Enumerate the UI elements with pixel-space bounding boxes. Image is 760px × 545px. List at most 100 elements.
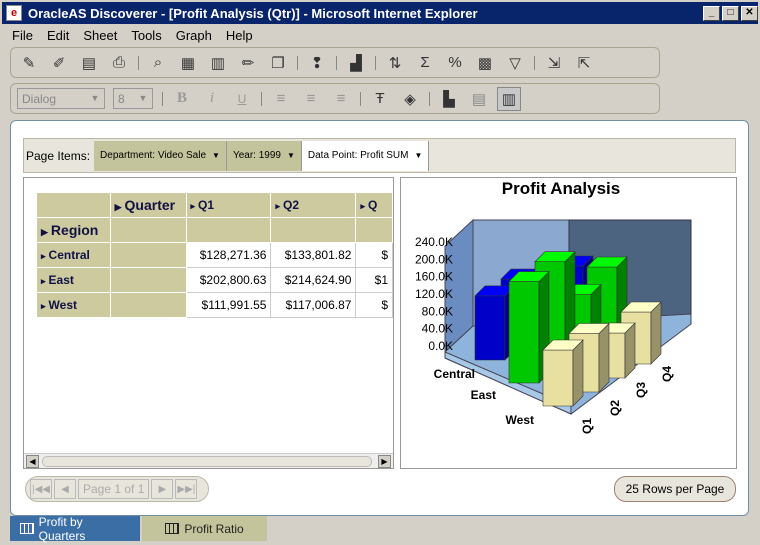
category-label: Q2 [608, 400, 622, 416]
close-button[interactable]: ✕ [741, 5, 758, 21]
chevron-down-icon: ▼ [90, 93, 100, 103]
table-row: ▸ Central $128,271.36 $133,801.82 $ [36, 242, 393, 268]
horizontal-scrollbar[interactable]: ◀ ▶ [24, 453, 393, 468]
table-cell[interactable]: $214,624.90 [270, 267, 357, 293]
table-cell[interactable]: $128,271.36 [185, 242, 272, 268]
fill-color-icon[interactable]: ◈ [398, 87, 422, 111]
table-cell[interactable]: $133,801.82 [270, 242, 357, 268]
sheet-icon [165, 523, 180, 534]
menu-sheet[interactable]: Sheet [83, 28, 117, 43]
table-cell[interactable]: $ [355, 242, 393, 268]
table-cell[interactable]: $111,991.55 [185, 292, 272, 318]
new-workbook-icon[interactable]: ✎ [17, 51, 41, 75]
last-page-button[interactable]: ▶▶| [175, 479, 198, 499]
percent-icon[interactable]: % [443, 51, 467, 75]
calculator-icon[interactable]: ▩ [473, 51, 497, 75]
tab-profit-ratio[interactable]: Profit Ratio [142, 516, 267, 541]
text-format-icon[interactable]: Ŧ [368, 87, 392, 111]
bold-button[interactable]: B [170, 87, 194, 111]
prev-page-button[interactable]: ◀ [54, 479, 76, 499]
menu-file[interactable]: File [12, 28, 33, 43]
menu-bar: File Edit Sheet Tools Graph Help [0, 24, 760, 46]
table-cell[interactable]: $202,800.63 [185, 267, 272, 293]
category-label: Q3 [634, 382, 648, 398]
find-icon[interactable]: ⌕ [146, 51, 170, 75]
align-right-icon[interactable]: ≡ [329, 87, 353, 111]
menu-graph[interactable]: Graph [176, 28, 212, 43]
page-item-department[interactable]: Department: Video Sale ▼ [94, 140, 227, 171]
sum-icon[interactable]: Σ [413, 51, 437, 75]
menu-help[interactable]: Help [226, 28, 253, 43]
first-page-button[interactable]: |◀◀ [30, 479, 52, 499]
row-header[interactable]: ▸ West [36, 292, 111, 318]
bar [474, 295, 506, 361]
page-item-data-point[interactable]: Data Point: Profit SUM ▼ [301, 140, 430, 171]
y-tick-label: 240.0K [415, 235, 453, 249]
triangle-right-icon: ▸ [41, 251, 46, 261]
align-left-icon[interactable]: ≡ [269, 87, 293, 111]
maximize-button[interactable]: □ [722, 5, 739, 21]
font-combo[interactable]: Dialog ▼ [17, 88, 105, 109]
category-label: Q4 [660, 366, 674, 382]
table-cell[interactable]: $117,006.87 [270, 292, 357, 318]
print-icon[interactable]: ⎙ [107, 51, 131, 75]
category-label: Q1 [580, 418, 594, 434]
underline-button[interactable]: U [230, 87, 254, 111]
column-header[interactable]: ▸ Q1 [185, 192, 272, 218]
scroll-left-icon[interactable]: ◀ [26, 455, 39, 468]
both-view-icon[interactable]: ▥ [497, 86, 521, 111]
minimize-button[interactable]: _ [703, 5, 720, 21]
crosstab-table: ▶ Quarter ▸ Q1 ▸ Q2 ▸ Q ▶ Region ▸ Central $12… [36, 192, 393, 318]
font-size-combo[interactable]: 8 ▼ [113, 88, 153, 109]
quarter-header[interactable]: ▶ Quarter [109, 192, 187, 218]
page-items-bar: Page Items: Department: Video Sale ▼ Year… [23, 138, 736, 173]
chevron-down-icon: ▼ [138, 93, 148, 103]
page-indicator: Page 1 of 1 [78, 479, 150, 499]
save-icon[interactable]: ▤ [77, 51, 101, 75]
open-workbook-icon[interactable]: ✐ [47, 51, 71, 75]
scroll-thumb[interactable] [42, 456, 372, 467]
menu-edit[interactable]: Edit [47, 28, 69, 43]
page-item-year[interactable]: Year: 1999 ▼ [226, 140, 302, 171]
table-layout-icon[interactable]: ▦ [176, 51, 200, 75]
graph-icon[interactable]: ▟ [344, 51, 368, 75]
chevron-down-icon: ▼ [212, 151, 220, 160]
crosstab-icon[interactable]: ▥ [206, 51, 230, 75]
column-header[interactable]: ▸ Q2 [270, 192, 357, 218]
triangle-right-icon: ▶ [41, 227, 48, 237]
crosstab-pane: ▶ Quarter ▸ Q1 ▸ Q2 ▸ Q ▶ Region ▸ Central $12… [23, 177, 394, 469]
next-page-button[interactable]: ▶ [151, 479, 174, 499]
table-cell[interactable]: $ [355, 292, 393, 318]
y-tick-label: 80.0K [422, 304, 453, 318]
page-items-label: Page Items: [26, 148, 91, 163]
export-icon[interactable]: ⇲ [542, 51, 566, 75]
window-title: OracleAS Discoverer - [Profit Analysis (… [28, 5, 478, 21]
italic-button[interactable]: i [200, 87, 224, 111]
row-header[interactable]: ▸ Central [36, 242, 111, 268]
y-tick-label: 200.0K [415, 252, 453, 266]
duplicate-sheet-icon[interactable]: ❐ [266, 51, 290, 75]
menu-tools[interactable]: Tools [131, 28, 161, 43]
y-tick-label: 120.0K [415, 287, 453, 301]
series-axis-label: East [471, 388, 496, 402]
align-center-icon[interactable]: ≡ [299, 87, 323, 111]
graph-view-icon[interactable]: ▙ [437, 87, 461, 111]
column-header[interactable]: ▸ Q [355, 192, 393, 218]
import-icon[interactable]: ⇱ [572, 51, 596, 75]
edit-sheet-icon[interactable]: ✏ [236, 51, 260, 75]
table-view-icon[interactable]: ▤ [467, 87, 491, 111]
filter-icon[interactable]: ▽ [503, 51, 527, 75]
drill-icon[interactable]: ❢ [305, 51, 329, 75]
tab-profit-by-quarters[interactable]: Profit by Quarters [10, 515, 140, 543]
profit-chart[interactable]: Profit Analysis 240.0K 200.0K 160.0K 120.0K 8… [401, 178, 736, 468]
rows-per-page-button[interactable]: 25 Rows per Page [614, 476, 736, 502]
row-header[interactable]: ▸ East [36, 267, 111, 293]
triangle-right-icon: ▸ [190, 201, 196, 211]
triangle-right-icon: ▸ [360, 201, 365, 211]
table-cell[interactable]: $1 [355, 267, 393, 293]
scroll-right-icon[interactable]: ▶ [378, 455, 391, 468]
bar [542, 349, 574, 407]
font-value: Dialog [22, 91, 57, 106]
sort-icon[interactable]: ⇅ [383, 51, 407, 75]
region-header[interactable]: ▶ Region [36, 217, 111, 243]
